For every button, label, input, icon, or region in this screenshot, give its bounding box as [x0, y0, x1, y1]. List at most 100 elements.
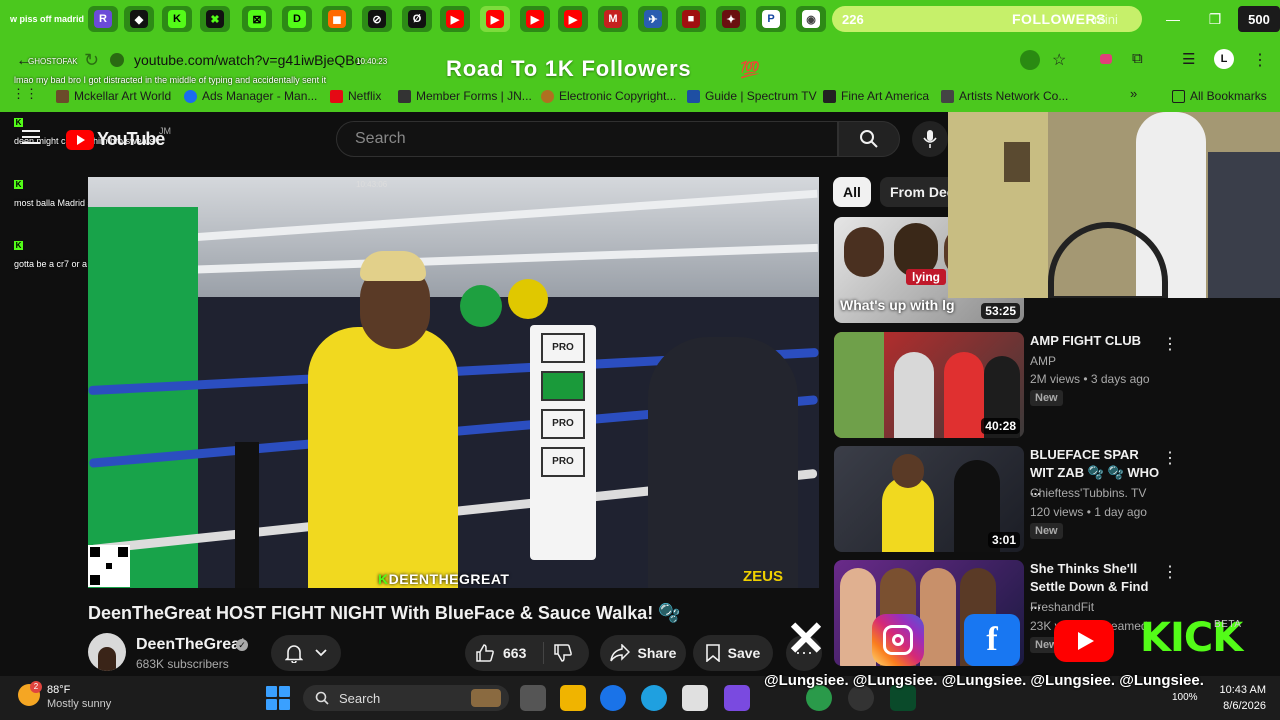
bookmark-item[interactable]: Netflix	[330, 86, 381, 106]
dislike-button[interactable]	[553, 643, 573, 668]
tab-k-box[interactable]: ⊠	[242, 6, 272, 32]
tab-kick[interactable]: K	[162, 6, 192, 32]
bookmarks-overflow-icon[interactable]: »	[1130, 86, 1137, 101]
youtube-tab-icon: ▶	[446, 10, 464, 28]
all-bookmarks-folder[interactable]: All Bookmarks	[1172, 86, 1267, 106]
chat-message: lmao my bad bro I got distracted in the …	[14, 75, 327, 85]
help-icon[interactable]	[600, 685, 626, 711]
copilot-icon[interactable]	[724, 685, 750, 711]
recommendation-title[interactable]: AMP FIGHT CLUB	[1030, 332, 1160, 350]
store-icon[interactable]	[682, 685, 708, 711]
thumb-overlay-text: What's up with lg	[840, 297, 955, 313]
bookmark-star-icon[interactable]: ☆	[1052, 50, 1066, 70]
tab-d[interactable]: D	[282, 6, 312, 32]
jn-icon	[398, 89, 411, 103]
battery-percentage[interactable]: 100%	[1172, 692, 1198, 703]
bookmark-item[interactable]: Ads Manager - Man...	[184, 86, 317, 106]
recommendation-thumbnail[interactable]: 40:28	[834, 332, 1024, 438]
file-explorer-icon[interactable]	[560, 685, 586, 711]
extension-icon[interactable]	[1020, 50, 1040, 70]
bookmark-item[interactable]: Mckellar Art World	[56, 86, 171, 106]
tab-youtube-3[interactable]: ▶	[520, 6, 550, 32]
person-shirt	[308, 327, 458, 588]
tab-diamond[interactable]: ◆	[124, 6, 154, 32]
youtube-tab-icon: ▶	[564, 10, 582, 28]
record-extension-icon[interactable]	[1100, 54, 1112, 64]
puzzle-icon[interactable]: ⧉	[1132, 50, 1143, 67]
tab-star[interactable]: ✦	[716, 6, 746, 32]
apps-grid-icon[interactable]: ⋮⋮	[12, 86, 38, 102]
start-button[interactable]	[266, 686, 290, 710]
profile-avatar[interactable]: L	[1214, 49, 1234, 69]
bookmark-item[interactable]: Artists Network Co...	[941, 86, 1068, 106]
plane-icon: ✈	[644, 10, 662, 28]
tab-chrome[interactable]: ◉	[796, 6, 826, 32]
search-button[interactable]	[838, 121, 900, 157]
windows-logo-pane	[266, 686, 277, 697]
tab-r[interactable]: R	[88, 6, 118, 32]
voice-search-button[interactable]	[912, 121, 948, 157]
tab-youtube-4[interactable]: ▶	[558, 6, 588, 32]
recommendation-menu-icon[interactable]: ⋮	[1162, 450, 1178, 468]
maximize-button[interactable]: ❐	[1200, 8, 1230, 30]
chip-all[interactable]: All	[833, 177, 871, 207]
pad-logo	[541, 371, 585, 401]
recommendation-menu-icon[interactable]: ⋮	[1162, 336, 1178, 354]
recommendation-menu-icon[interactable]: ⋮	[1162, 564, 1178, 582]
taskbar-search[interactable]: Search	[303, 685, 509, 711]
pad-logo: PRO	[541, 409, 585, 439]
meta-icon	[184, 89, 197, 103]
reload-icon[interactable]: ↻	[84, 50, 99, 71]
like-button[interactable]: 663	[475, 643, 526, 663]
save-button[interactable]: Save	[693, 635, 773, 671]
recommendation-thumbnail[interactable]: 3:01	[834, 446, 1024, 552]
channel-name[interactable]: DeenTheGreat	[136, 636, 245, 654]
pad-logo: PRO	[541, 447, 585, 477]
clock-date[interactable]: 8/6/2026	[1210, 700, 1266, 712]
thumbs-down-icon	[554, 644, 572, 662]
weather-temperature[interactable]: 88°F	[47, 684, 70, 696]
tab-game[interactable]: ■	[676, 6, 706, 32]
qr-code	[88, 545, 130, 587]
tab-plane[interactable]: ✈	[638, 6, 668, 32]
minimize-button[interactable]: —	[1158, 8, 1188, 30]
bookmark-label: Member Forms | JN...	[416, 89, 532, 103]
bookmark-item[interactable]: Electronic Copyright...	[541, 86, 676, 106]
tab-youtube-active[interactable]: ▶	[480, 6, 510, 32]
search-input[interactable]: Search	[336, 121, 838, 157]
tab-youtube-1[interactable]: ▶	[440, 6, 470, 32]
tab-slash[interactable]: Ø	[402, 6, 432, 32]
recommendation-channel: FreshandFit	[1030, 600, 1095, 614]
site-info-icon[interactable]	[110, 53, 124, 67]
notification-bell-button[interactable]	[271, 635, 341, 671]
thumb-person	[844, 227, 884, 277]
follower-count: 226	[842, 11, 864, 27]
tab-gmail[interactable]: M	[598, 6, 628, 32]
youtube-logo[interactable]: YouTube	[66, 129, 165, 150]
webcam-picture-frame	[1004, 142, 1030, 182]
tab-x-green[interactable]: ✖	[200, 6, 230, 32]
share-button[interactable]: Share	[600, 635, 686, 671]
tab-o[interactable]: ⊘	[362, 6, 392, 32]
video-player[interactable]: PRO PRO PRO	[88, 177, 819, 588]
tab-chat-preview[interactable]: w piss off madrid	[4, 6, 90, 32]
side-panel-icon[interactable]: ☰	[1182, 50, 1195, 68]
thumbs-up-icon	[476, 644, 494, 662]
tab-orange[interactable]: ◼	[322, 6, 352, 32]
bookmark-item[interactable]: Member Forms | JN...	[398, 86, 532, 106]
weather-description[interactable]: Mostly sunny	[47, 698, 111, 710]
channel-avatar[interactable]	[88, 633, 126, 671]
url-bar[interactable]: youtube.com/watch?v=g41iwBjeQBc	[110, 46, 390, 74]
menu-kebab-icon[interactable]: ⋮	[1252, 50, 1268, 70]
bookmark-item[interactable]: Guide | Spectrum TV	[687, 86, 817, 106]
bookmark-label: Mckellar Art World	[74, 89, 172, 103]
chat-timestamp: 10:43:06	[356, 180, 388, 189]
recommendation-meta: 2M views • 3 days ago	[1030, 372, 1150, 386]
task-view-icon[interactable]	[520, 685, 546, 711]
hamburger-menu-icon[interactable]	[22, 130, 40, 144]
video-scene-banner	[88, 207, 198, 588]
chip-from-channel[interactable]: From Deen	[880, 177, 950, 207]
edge-icon[interactable]	[641, 685, 667, 711]
tab-paypal[interactable]: P	[756, 6, 786, 32]
bookmark-item[interactable]: Fine Art America	[823, 86, 929, 106]
